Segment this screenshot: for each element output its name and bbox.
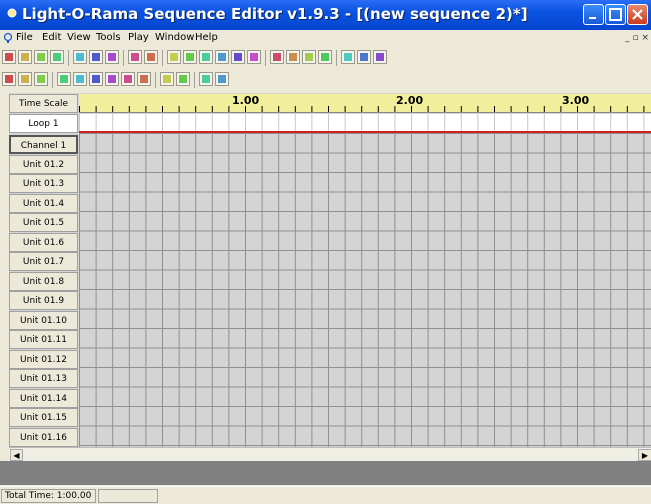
ruler-label-2: 2.00 <box>396 94 424 107</box>
channel-label[interactable]: Unit 01.11 <box>9 330 78 349</box>
twinkle-icon[interactable] <box>137 72 151 86</box>
channel-label[interactable]: Channel 1 <box>9 135 78 154</box>
play-icon[interactable] <box>341 50 355 64</box>
menu-tools[interactable]: Tools <box>96 32 121 43</box>
mdi-controls[interactable]: _ ▫ × <box>625 33 649 43</box>
copy-row-icon[interactable] <box>160 72 174 86</box>
undo-icon[interactable] <box>128 50 142 64</box>
pointer-tool-icon[interactable] <box>2 72 16 86</box>
close-icon <box>632 9 643 20</box>
loop-row[interactable] <box>79 114 651 133</box>
timer-icon[interactable] <box>231 50 245 64</box>
color-icon[interactable] <box>215 50 229 64</box>
zoom-in-icon[interactable] <box>270 50 284 64</box>
shimmer-tool-icon[interactable] <box>89 72 103 86</box>
workspace-background <box>0 461 651 485</box>
channel-label[interactable]: Unit 01.5 <box>9 213 78 232</box>
maximize-icon <box>609 8 622 21</box>
loop-row-lines <box>79 114 645 131</box>
chart-down-icon[interactable] <box>215 72 229 86</box>
status-bar: Total Time: 1:00.00 <box>0 486 651 504</box>
channel-label[interactable]: Unit 01.14 <box>9 388 78 408</box>
open-icon[interactable] <box>18 50 32 64</box>
channel-label[interactable]: Unit 01.12 <box>9 349 78 369</box>
zoom-out-icon[interactable] <box>286 50 300 64</box>
paste-icon[interactable] <box>105 50 119 64</box>
copy-icon[interactable] <box>89 50 103 64</box>
ramp-up-icon[interactable] <box>105 72 119 86</box>
loop-label[interactable]: Loop 1 <box>9 114 78 133</box>
menu-play[interactable]: Play <box>128 32 149 43</box>
open-folder-icon[interactable] <box>34 50 48 64</box>
close-button[interactable] <box>627 4 648 25</box>
channel-label[interactable]: Unit 01.7 <box>9 252 78 271</box>
scroll-right-button[interactable]: ▶ <box>638 449 651 461</box>
paste-row-icon[interactable] <box>176 72 190 86</box>
channel-label[interactable]: Unit 01.13 <box>9 369 78 388</box>
channel-label[interactable]: Unit 01.8 <box>9 271 78 291</box>
fade-icon[interactable] <box>183 50 197 64</box>
grid-icon[interactable] <box>199 50 213 64</box>
grid-lines <box>79 133 651 447</box>
menu-window[interactable]: Window <box>155 32 194 43</box>
stop-icon[interactable] <box>373 50 387 64</box>
menu-bar: File Edit View Tools Play Window Help _ … <box>0 30 651 47</box>
menu-edit[interactable]: Edit <box>42 32 61 43</box>
ruler-label-1: 1.00 <box>232 94 260 107</box>
arrow-left-icon: ◀ <box>13 451 20 460</box>
toolbar-separator <box>155 72 156 88</box>
play-from-icon[interactable] <box>357 50 371 64</box>
menu-file[interactable]: File <box>16 32 33 43</box>
title-bar: Light-O-Rama Sequence Editor v1.9.3 - [(… <box>0 0 651 30</box>
effects-toolbar <box>0 70 651 90</box>
total-time-status: Total Time: 1:00.00 <box>1 489 96 503</box>
cut-icon[interactable] <box>73 50 87 64</box>
redo-icon[interactable] <box>144 50 158 64</box>
channel-label[interactable]: Unit 01.4 <box>9 193 78 213</box>
maximize-button[interactable] <box>605 4 626 25</box>
channel-label[interactable]: Unit 01.2 <box>9 154 78 174</box>
minimize-button[interactable] <box>583 4 604 25</box>
doc-bulb-icon[interactable] <box>3 32 13 44</box>
channel-label[interactable]: Unit 01.16 <box>9 427 78 447</box>
main-toolbar <box>0 48 651 68</box>
toolbar-separator <box>162 50 163 66</box>
status-pane-2 <box>98 489 158 503</box>
arrow-right-icon: ▶ <box>641 451 649 460</box>
channel-label[interactable]: Unit 01.3 <box>9 174 78 193</box>
menu-view[interactable]: View <box>67 32 91 43</box>
on-tool-icon[interactable] <box>57 72 71 86</box>
minimize-icon <box>589 17 596 19</box>
time-scale-label: Time Scale <box>9 94 78 113</box>
channel-label[interactable]: Unit 01.10 <box>9 310 78 330</box>
channel-label[interactable]: Unit 01.6 <box>9 232 78 252</box>
save-icon[interactable] <box>50 50 64 64</box>
ruler-label-3: 3.00 <box>562 94 590 107</box>
toolbar-separator <box>265 50 266 66</box>
toolbar-separator <box>52 72 53 88</box>
horizontal-scrollbar[interactable]: ◀ ▶ <box>9 447 651 461</box>
zoom-sel-icon[interactable] <box>318 50 332 64</box>
time-ruler[interactable]: 1.00 2.00 3.00 <box>79 94 651 113</box>
off-tool-icon[interactable] <box>73 72 87 86</box>
channel-label[interactable]: Unit 01.15 <box>9 408 78 427</box>
menu-help[interactable]: Help <box>195 32 218 43</box>
scroll-left-button[interactable]: ◀ <box>10 449 23 461</box>
snap-icon[interactable] <box>247 50 261 64</box>
channel-label[interactable]: Unit 01.9 <box>9 291 78 310</box>
toolbar-separator <box>68 50 69 66</box>
toolbar-separator <box>123 50 124 66</box>
bulb-icon <box>7 8 17 18</box>
new-icon[interactable] <box>2 50 16 64</box>
zoom-fit-icon[interactable] <box>302 50 316 64</box>
window-title: Light-O-Rama Sequence Editor v1.9.3 - [(… <box>22 5 528 23</box>
select-tool-icon[interactable] <box>18 72 32 86</box>
toolbar-separator <box>194 72 195 88</box>
intensity-icon[interactable] <box>167 50 181 64</box>
chart-up-icon[interactable] <box>199 72 213 86</box>
toolbar-separator <box>336 50 337 66</box>
sequence-grid[interactable] <box>9 93 651 447</box>
ramp-down-icon[interactable] <box>121 72 135 86</box>
sparkle-tool-icon[interactable] <box>34 72 48 86</box>
